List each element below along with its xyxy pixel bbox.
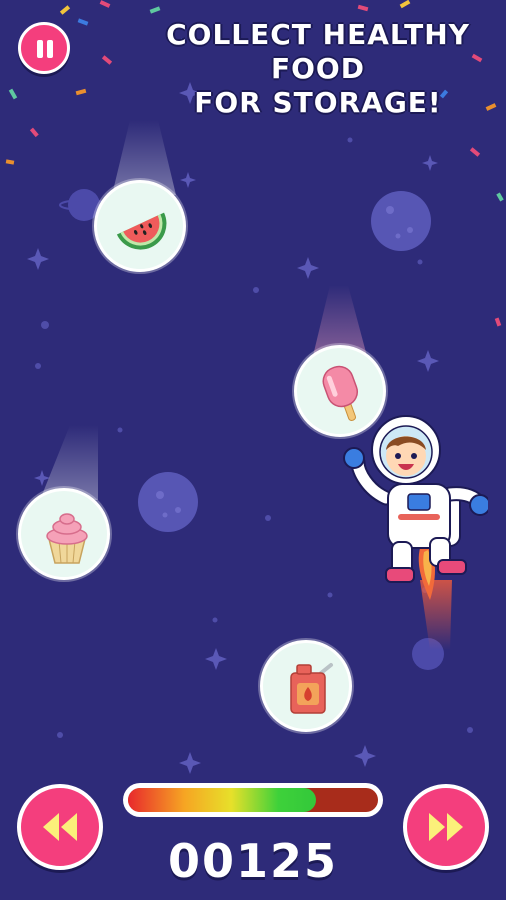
astronaut-character (343, 415, 488, 600)
pause-button[interactable] (18, 22, 70, 74)
food-item-fuel-can[interactable] (260, 640, 352, 732)
watermelon-icon (116, 212, 167, 250)
energy-bar-fill (128, 788, 316, 812)
fuel-can-icon (290, 663, 333, 714)
title-line-2: FOR STORAGE! (194, 86, 442, 119)
score-counter: 00125 (167, 834, 339, 888)
instruction-title: COLLECT HEALTHY FOOD FOR STORAGE! (130, 18, 506, 120)
food-item-cupcake[interactable] (18, 488, 110, 580)
move-right-button[interactable] (403, 784, 489, 870)
energy-bar-track (128, 788, 378, 812)
cupcake-icon (46, 513, 88, 564)
title-line-1: COLLECT HEALTHY FOOD (166, 18, 470, 85)
move-left-button[interactable] (17, 784, 103, 870)
food-item-watermelon[interactable] (94, 180, 186, 272)
rewind-icon (43, 813, 77, 841)
energy-bar (123, 783, 383, 817)
fast-forward-icon (429, 813, 463, 841)
